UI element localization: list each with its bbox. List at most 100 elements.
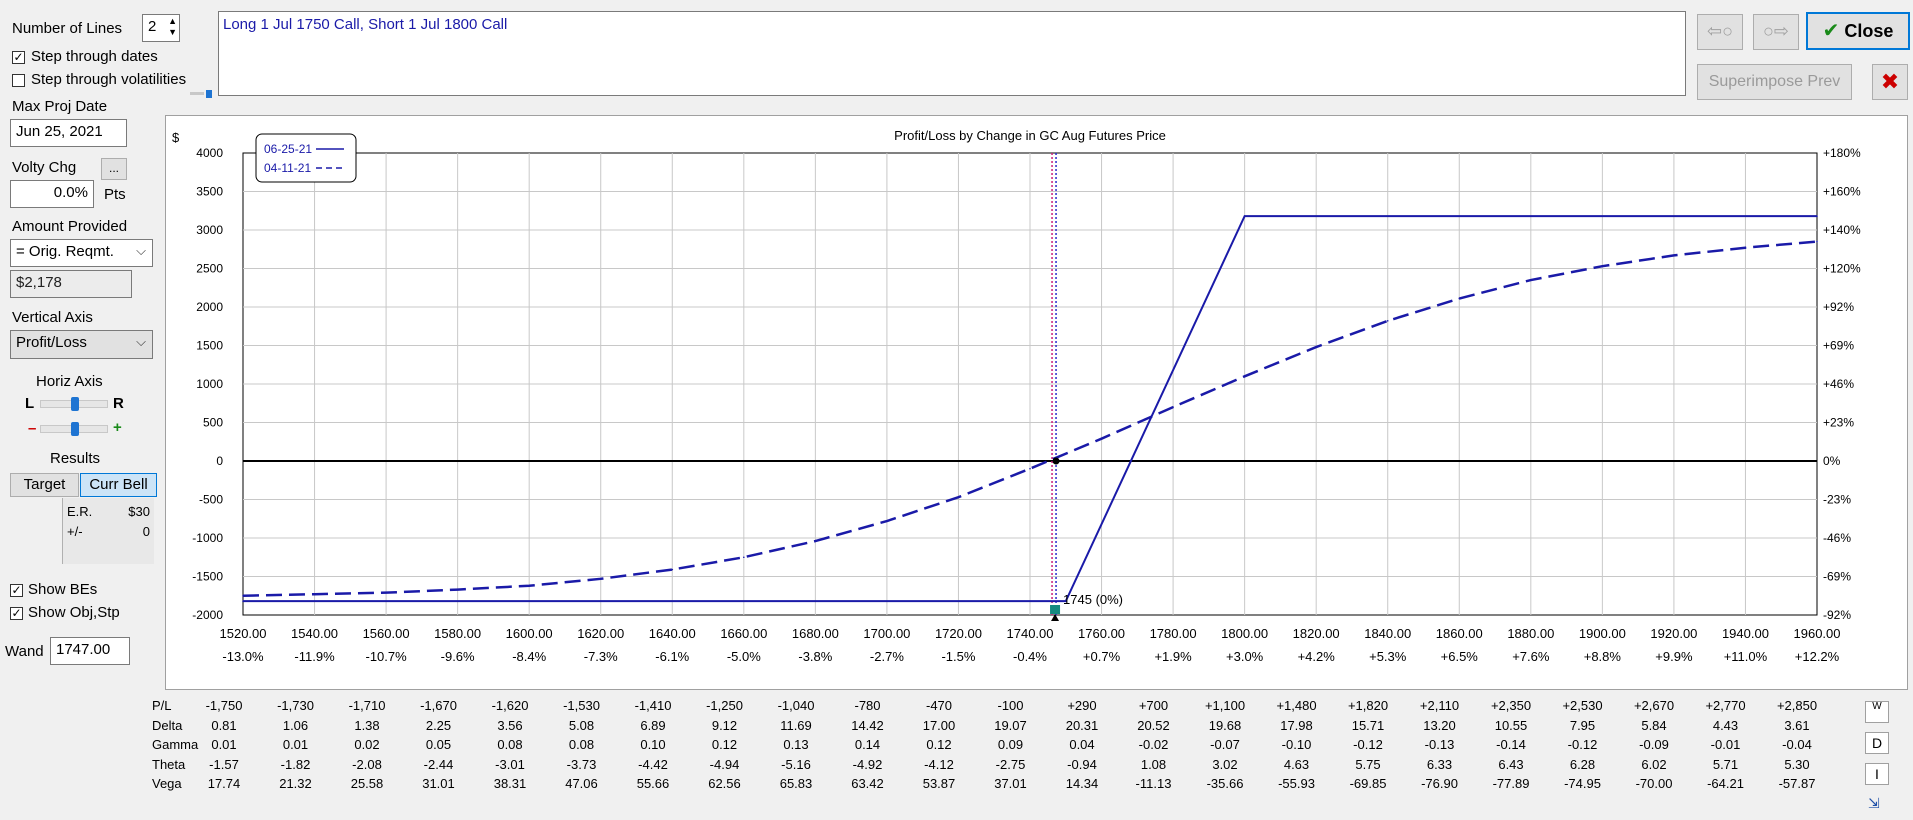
greeks-cell: -2.44: [423, 756, 454, 772]
greeks-cell: 0.01: [211, 737, 237, 752]
greeks-cell: 0.81: [211, 717, 237, 733]
greeks-cell: 7.95: [1569, 717, 1596, 733]
greeks-cell: 0.14: [854, 737, 881, 752]
greeks-cell: -1,040: [777, 698, 815, 713]
x-pct-tick-label: -13.0%: [222, 649, 264, 664]
data-point: [1386, 320, 1389, 322]
volty-more-button[interactable]: ...: [101, 158, 127, 180]
show-bes-checkbox[interactable]: ✓: [10, 584, 23, 597]
splitter-grip-icon[interactable]: [190, 90, 212, 98]
y-tick-label: 4000: [196, 146, 223, 160]
y-tick-label: 500: [203, 416, 223, 430]
greeks-cell: -2.08: [352, 756, 382, 772]
horiz-zoom-slider-thumb[interactable]: [71, 422, 79, 436]
greeks-cell: 20.31: [1065, 717, 1099, 733]
greeks-cell: 5.30: [1784, 756, 1810, 772]
greeks-cell: -0.14: [1496, 737, 1526, 752]
curr-bell-button[interactable]: Curr Bell: [80, 473, 157, 497]
close-button[interactable]: ✔ Close: [1806, 12, 1910, 50]
greeks-cell: 13.20: [1423, 717, 1456, 733]
data-point: [599, 578, 602, 580]
greeks-cell: -74.95: [1564, 776, 1601, 791]
side-d-button[interactable]: D: [1865, 732, 1889, 754]
greeks-cell: -1.57: [209, 756, 239, 772]
x-pct-tick-label: -10.7%: [365, 649, 407, 664]
greeks-cell: -3.01: [495, 756, 525, 772]
chevron-down-icon: ⌵: [136, 243, 146, 258]
data-point: [313, 593, 316, 596]
amount-provided-value: = Orig. Reqmt.: [16, 243, 114, 260]
export-icon[interactable]: ⇲: [1868, 795, 1880, 812]
greeks-cell: 5.84: [1641, 717, 1667, 733]
greeks-cell: 3.61: [1784, 717, 1810, 733]
greeks-cell: -100: [997, 698, 1024, 713]
greeks-cell: -1,620: [491, 698, 529, 713]
greeks-cell: -0.13: [1424, 737, 1455, 752]
volty-chg-field[interactable]: 0.0%: [10, 180, 94, 208]
greeks-cell: 2.25: [425, 717, 452, 733]
y-right-tick-label: +92%: [1823, 300, 1854, 314]
x-tick-label: 1720.00: [935, 626, 982, 641]
greeks-cell: -0.10: [1281, 737, 1312, 752]
greeks-row-label: Gamma: [152, 737, 199, 752]
wand-field[interactable]: 1747.00: [50, 637, 130, 665]
show-objstp-checkbox[interactable]: ✓: [10, 607, 23, 620]
greeks-cell: 14.34: [1065, 776, 1099, 791]
greeks-cell: +700: [1138, 698, 1169, 713]
data-point: [957, 496, 960, 498]
number-of-lines-spinner[interactable]: 2 ▲ ▼: [142, 14, 180, 42]
x-pct-tick-label: +4.2%: [1298, 649, 1336, 664]
delete-button[interactable]: ✖: [1872, 64, 1908, 100]
data-point: [1243, 215, 1246, 217]
greeks-cell: -0.04: [1782, 737, 1812, 752]
side-i-button[interactable]: I: [1865, 763, 1889, 785]
greeks-cell: -0.12: [1567, 737, 1598, 752]
y-right-tick-label: -23%: [1823, 493, 1851, 507]
x-tick-label: 1880.00: [1507, 626, 1554, 641]
legend-entry-solid: 06-25-21: [264, 142, 312, 156]
spinner-arrows-icon[interactable]: ▲ ▼: [168, 16, 177, 38]
greeks-cell: -5.16: [781, 756, 811, 772]
x-pct-tick-label: +12.2%: [1795, 649, 1840, 664]
next-arrow-button[interactable]: ○⇨: [1753, 14, 1799, 50]
y-tick-label: 1000: [196, 377, 223, 391]
greeks-cell: 1.06: [282, 717, 309, 733]
y-tick-label: 0: [216, 454, 223, 468]
data-point: [242, 600, 244, 602]
greeks-cell: 15.71: [1351, 717, 1385, 733]
profit-loss-chart[interactable]: Profit/Loss by Change in GC Aug Futures …: [166, 116, 1907, 689]
x-tick-label: 1800.00: [1221, 626, 1268, 641]
step-dates-checkbox[interactable]: ✓: [12, 51, 25, 64]
greeks-cell: 3.02: [1212, 756, 1238, 772]
greeks-cell: 11.69: [780, 717, 812, 733]
greeks-cell: 17.74: [207, 776, 241, 791]
er-label: E.R.: [67, 504, 93, 519]
greeks-cell: 0.12: [926, 737, 952, 752]
greeks-cell: -1,410: [634, 698, 672, 713]
vertical-axis-select[interactable]: Profit/Loss ⌵: [10, 330, 153, 359]
greeks-cell: -1,250: [706, 698, 743, 713]
target-button[interactable]: Target: [10, 473, 79, 497]
greeks-cell: 0.10: [640, 737, 666, 752]
x-tick-label: 1640.00: [649, 626, 696, 641]
y-right-tick-label: +69%: [1823, 339, 1854, 353]
x-tick-label: 1680.00: [792, 626, 839, 641]
superimpose-prev-button[interactable]: Superimpose Prev: [1697, 64, 1852, 100]
amount-provided-select[interactable]: = Orig. Reqmt. ⌵: [10, 239, 153, 267]
side-w-button[interactable]: W: [1865, 701, 1889, 723]
x-pct-tick-label: +7.6%: [1512, 649, 1550, 664]
x-tick-label: 1940.00: [1722, 626, 1769, 641]
strategy-description[interactable]: Long 1 Jul 1750 Call, Short 1 Jul 1800 C…: [218, 11, 1686, 96]
greeks-cell: -0.02: [1138, 737, 1169, 752]
max-proj-date-field[interactable]: Jun 25, 2021: [10, 119, 127, 147]
greeks-cell: 17.00: [922, 717, 956, 733]
step-vols-checkbox[interactable]: [12, 74, 25, 87]
prev-arrow-button[interactable]: ⇦○: [1697, 14, 1743, 50]
greeks-row-label: Vega: [152, 776, 182, 791]
greeks-cell: 9.12: [711, 717, 738, 733]
y-tick-label: -500: [199, 493, 223, 507]
data-point: [1243, 375, 1246, 378]
horiz-lr-slider-thumb[interactable]: [71, 397, 79, 411]
greeks-cell: -76.90: [1421, 776, 1458, 791]
x-tick-label: 1620.00: [577, 626, 624, 641]
